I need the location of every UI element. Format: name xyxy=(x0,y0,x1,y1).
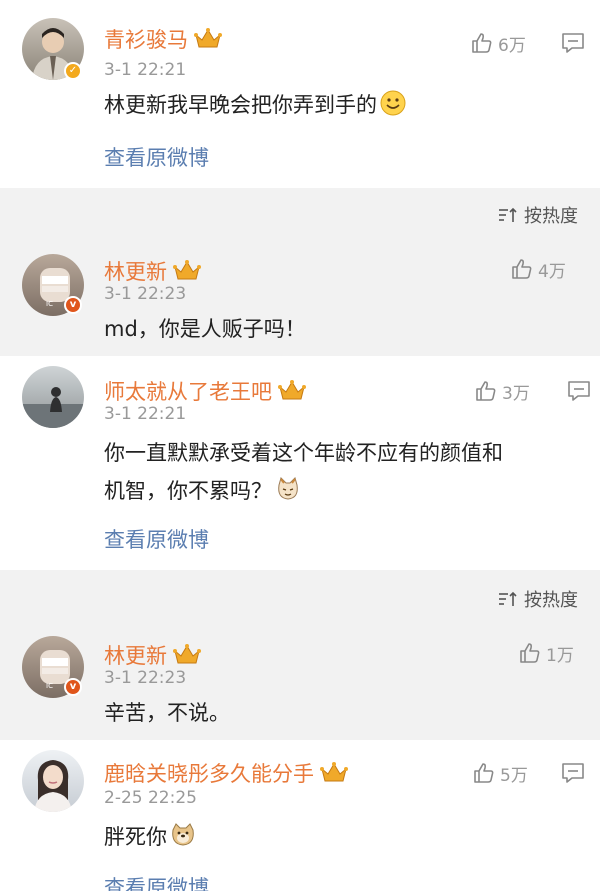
username[interactable]: 师太就从了老王吧 xyxy=(104,380,272,404)
reply-icon[interactable] xyxy=(566,379,592,403)
timestamp: 3-1 22:21 xyxy=(104,60,187,80)
thumbs-up-icon xyxy=(512,259,532,279)
verified-badge-icon: ✓ xyxy=(64,62,82,80)
sort-bar: 按热度 xyxy=(0,188,600,236)
sort-label: 按热度 xyxy=(524,590,578,611)
thumbs-up-icon xyxy=(474,763,494,783)
avatar[interactable] xyxy=(22,366,84,428)
silhouette-landscape-avatar-icon xyxy=(22,387,84,428)
like-count: 6万 xyxy=(498,35,526,56)
verified-badge-icon: v xyxy=(64,296,82,314)
crown-icon xyxy=(173,644,201,664)
like-button[interactable]: 5万 xyxy=(472,760,528,786)
username[interactable]: 林更新 xyxy=(104,260,167,284)
sort-icon xyxy=(499,591,517,606)
doge-emoji-icon xyxy=(172,823,194,846)
comment-text: 胖死你 xyxy=(104,825,167,849)
thumbs-up-icon xyxy=(520,643,540,663)
comment-text: md，你是人贩子吗！ xyxy=(104,317,306,341)
view-original-link[interactable]: 查看原微博 xyxy=(104,142,209,172)
reply-card: IC v 林更新 3-1 22:23 4万 md，你是人贩子吗！ xyxy=(0,236,600,356)
crown-icon xyxy=(173,260,201,280)
sort-label: 按热度 xyxy=(524,206,578,227)
like-button[interactable]: 4万 xyxy=(510,256,566,282)
view-original-link[interactable]: 查看原微博 xyxy=(104,524,209,554)
like-button[interactable]: 3万 xyxy=(474,378,530,404)
username[interactable]: 青衫骏马 xyxy=(104,28,188,52)
like-count: 4万 xyxy=(538,261,566,282)
verified-badge-icon: v xyxy=(64,678,82,696)
like-count: 1万 xyxy=(546,645,574,666)
like-button[interactable]: 6万 xyxy=(470,30,526,56)
reply-icon[interactable] xyxy=(560,761,586,785)
svg-text:IC: IC xyxy=(46,300,53,308)
sort-bar: 按热度 xyxy=(0,570,600,622)
avatar[interactable] xyxy=(22,750,84,812)
sort-by-hot-button[interactable]: 按热度 xyxy=(498,202,578,228)
smile-emoji-icon xyxy=(380,90,406,116)
timestamp: 3-1 22:23 xyxy=(104,284,187,304)
comment-card: 师太就从了老王吧 3-1 22:21 3万 你一直默默承受着这个年龄不应有的颜值… xyxy=(0,356,600,570)
username[interactable]: 鹿晗关晓彤多久能分手 xyxy=(104,762,314,786)
comment-text: 林更新我早晚会把你弄到手的 xyxy=(104,93,377,117)
comment-card: ✓ 青衫骏马 3-1 22:21 6万 林更新我早晚会把你弄到手的 查看原微博 xyxy=(0,0,600,188)
reply-icon[interactable] xyxy=(560,31,586,55)
crown-icon xyxy=(278,380,306,400)
sort-by-hot-button[interactable]: 按热度 xyxy=(498,586,578,612)
like-count: 3万 xyxy=(502,383,530,404)
comment-card: 鹿晗关晓彤多久能分手 2-25 22:25 5万 胖死你 查看原微博 xyxy=(0,740,600,891)
comment-text-line-1: 你一直默默承受着这个年龄不应有的颜值和 xyxy=(104,441,503,465)
reply-card: IC v 林更新 3-1 22:23 1万 辛苦，不说。 xyxy=(0,622,600,740)
girl-portrait-avatar-icon xyxy=(34,760,72,812)
cat-emoji-icon xyxy=(278,477,298,500)
timestamp: 3-1 22:21 xyxy=(104,404,187,424)
thumbs-up-icon xyxy=(476,381,496,401)
comment-text: 辛苦，不说。 xyxy=(104,701,230,725)
sort-icon xyxy=(499,207,517,222)
username[interactable]: 林更新 xyxy=(104,644,167,668)
timestamp: 3-1 22:23 xyxy=(104,668,187,688)
timestamp: 2-25 22:25 xyxy=(104,788,197,808)
thumbs-up-icon xyxy=(472,33,492,53)
like-count: 5万 xyxy=(500,765,528,786)
comment-text-line-2: 机智，你不累吗？ xyxy=(104,479,272,503)
view-original-link[interactable]: 查看原微博 xyxy=(104,872,209,891)
like-button[interactable]: 1万 xyxy=(518,640,574,666)
svg-text:IC: IC xyxy=(46,682,53,690)
crown-icon xyxy=(194,28,222,48)
crown-icon xyxy=(320,762,348,782)
